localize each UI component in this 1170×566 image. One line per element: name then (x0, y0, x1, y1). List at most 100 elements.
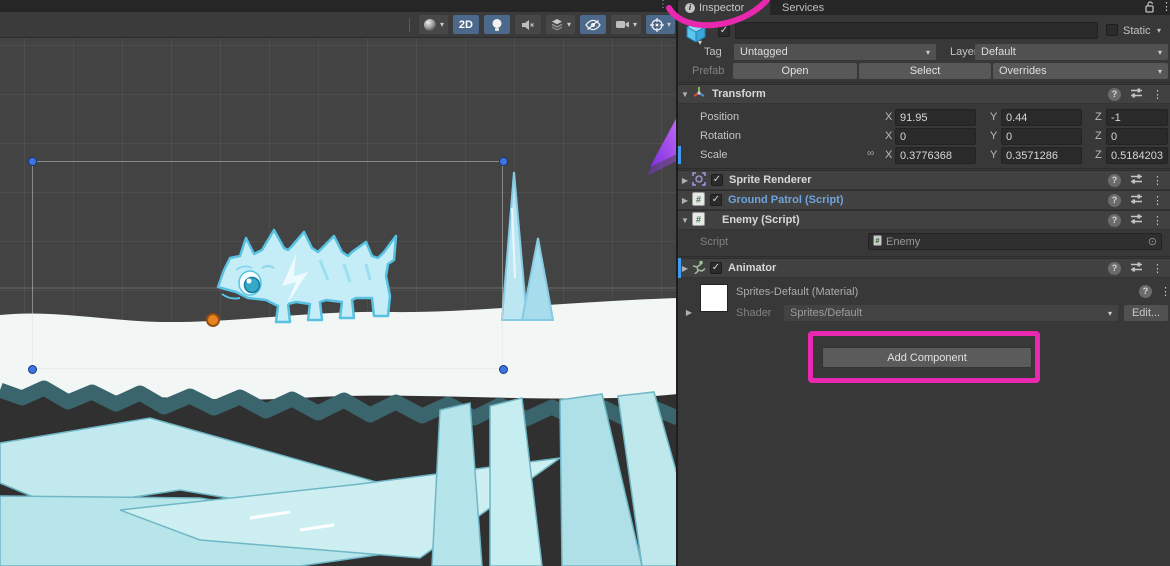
selection-handle-bottom-left[interactable] (28, 365, 37, 374)
axis-z-label: Z (1095, 111, 1102, 123)
effects-button[interactable]: ▾ (546, 15, 575, 34)
inspector-menu-icon[interactable]: ⋮ (1161, 0, 1170, 13)
layer-value: Default (981, 46, 1016, 58)
scale-y-field[interactable]: 0.3571286 (1001, 147, 1082, 164)
script-object-value: Enemy (886, 236, 920, 248)
presets-icon[interactable] (1130, 173, 1143, 188)
help-icon[interactable]: ? (1108, 194, 1121, 207)
axis-y-label: Y (990, 111, 997, 123)
layer-dropdown[interactable]: Default ▾ (975, 44, 1168, 60)
foldout-closed-icon[interactable]: ▶ (678, 196, 692, 205)
position-x-field[interactable]: 91.95 (895, 109, 976, 126)
material-edit-button[interactable]: Edit... (1124, 305, 1168, 321)
selection-handle-bottom-right[interactable] (499, 365, 508, 374)
draw-mode-button[interactable]: ▾ (419, 15, 448, 34)
tab-services[interactable]: Services (776, 0, 830, 15)
foldout-open-icon[interactable]: ▼ (678, 216, 692, 225)
lock-icon[interactable] (1144, 1, 1156, 16)
gizmos-button[interactable]: ▾ (646, 15, 675, 34)
chevron-down-icon: ▾ (1158, 67, 1162, 76)
component-menu-icon[interactable]: ⋮ (1152, 174, 1163, 187)
lighting-toggle-button[interactable] (484, 15, 510, 34)
axis-y-label: Y (990, 130, 997, 142)
static-flags-caret[interactable]: ▾ (1157, 26, 1161, 35)
gameobject-name-field[interactable] (735, 22, 1098, 39)
rotation-x-field[interactable]: 0 (895, 128, 976, 145)
prefab-override-bar-scale (678, 146, 681, 164)
component-menu-icon[interactable]: ⋮ (1152, 214, 1163, 227)
scale-x-field[interactable]: 0.3776368 (895, 147, 976, 164)
enemy-script-header[interactable]: ▼ # Enemy (Script) ? ⋮ (678, 210, 1170, 230)
tag-dropdown[interactable]: Untagged ▾ (734, 44, 936, 60)
chevron-down-icon: ▾ (1108, 309, 1112, 318)
camera-icon (615, 19, 630, 30)
material-preview-swatch[interactable] (700, 284, 728, 312)
sprite-renderer-enabled-checkbox[interactable]: ✓ (711, 174, 723, 186)
object-picker-icon[interactable]: ⊙ (1148, 235, 1157, 248)
effects-layers-icon (550, 18, 564, 31)
speaker-mute-icon (521, 19, 535, 31)
help-icon[interactable]: ? (1108, 262, 1121, 275)
material-foldout-icon[interactable]: ▶ (682, 308, 696, 317)
static-checkbox[interactable] (1106, 24, 1118, 36)
link-scale-icon[interactable]: ∞ (867, 148, 874, 159)
script-field-label: Script (700, 236, 728, 248)
scene-view: ⋮ ▾ 2D (0, 0, 678, 566)
csharp-script-icon: # (692, 212, 705, 229)
shader-value: Sprites/Default (790, 307, 862, 319)
selection-handle-top-right[interactable] (499, 157, 508, 166)
component-menu-icon[interactable]: ⋮ (1152, 262, 1163, 275)
animator-enabled-checkbox[interactable]: ✓ (710, 262, 722, 274)
help-icon[interactable]: ? (1108, 88, 1121, 101)
presets-icon[interactable] (1130, 193, 1143, 208)
section-divider (678, 256, 1170, 257)
material-menu-icon[interactable]: ⋮ (1160, 285, 1170, 298)
eye-slash-icon (585, 19, 601, 31)
presets-icon[interactable] (1130, 87, 1143, 102)
tab-inspector[interactable]: i Inspector (678, 0, 770, 15)
transform-header[interactable]: ▼ Transform ? ⋮ (678, 84, 1170, 104)
rotation-y-field[interactable]: 0 (1001, 128, 1082, 145)
animator-header[interactable]: ▶ ✓ Animator ? ⋮ (678, 258, 1170, 278)
prefab-select-button[interactable]: Select (859, 63, 991, 79)
animator-title: Animator (728, 262, 776, 274)
prefab-open-button[interactable]: Open (733, 63, 857, 79)
scene-pane-menu-icon[interactable]: ⋮ (658, 0, 668, 10)
2d-toggle-button[interactable]: 2D (453, 15, 479, 34)
help-icon[interactable]: ? (1139, 285, 1152, 298)
ground-patrol-enabled-checkbox[interactable]: ✓ (710, 194, 722, 206)
shader-dropdown[interactable]: Sprites/Default ▾ (784, 305, 1118, 321)
scene-camera-button[interactable]: ▾ (611, 15, 641, 34)
foldout-closed-icon[interactable]: ▶ (678, 176, 692, 185)
position-z-field[interactable]: -1 (1106, 109, 1168, 126)
scene-top-strip: ⋮ (0, 0, 678, 12)
gameobject-icon-caret[interactable]: ▾ (698, 38, 702, 47)
prefab-overrides-dropdown[interactable]: Overrides ▾ (993, 63, 1168, 79)
help-icon[interactable]: ? (1108, 214, 1121, 227)
foldout-open-icon[interactable]: ▼ (678, 90, 692, 99)
sprite-renderer-header[interactable]: ▶ ✓ Sprite Renderer ? ⋮ (678, 170, 1170, 190)
script-object-field[interactable]: # Enemy ⊙ (868, 233, 1162, 250)
axis-z-label: Z (1095, 130, 1102, 142)
ice-spike-props[interactable] (502, 172, 553, 320)
selection-handle-top-left[interactable] (28, 157, 37, 166)
chevron-down-icon: ▾ (1158, 48, 1162, 57)
component-menu-icon[interactable]: ⋮ (1152, 88, 1163, 101)
presets-icon[interactable] (1130, 213, 1143, 228)
scene-visibility-toggle-button[interactable] (580, 15, 606, 34)
rotation-z-field[interactable]: 0 (1106, 128, 1168, 145)
presets-icon[interactable] (1130, 261, 1143, 276)
pivot-handle[interactable] (206, 313, 220, 327)
sprite-renderer-title: Sprite Renderer (729, 174, 812, 186)
inspector-panel: i Inspector Services ⋮ ▾ ✓ Static ▾ Tag … (678, 0, 1170, 566)
help-icon[interactable]: ? (1108, 174, 1121, 187)
scale-z-field[interactable]: 0.5184203 (1106, 147, 1168, 164)
audio-toggle-button[interactable] (515, 15, 541, 34)
component-menu-icon[interactable]: ⋮ (1152, 194, 1163, 207)
prefab-override-bar-animator (678, 258, 681, 278)
add-component-button[interactable]: Add Component (822, 347, 1032, 368)
gameobject-active-checkbox[interactable]: ✓ (718, 25, 730, 37)
position-y-field[interactable]: 0.44 (1001, 109, 1082, 126)
ground-patrol-header[interactable]: ▶ # ✓ Ground Patrol (Script) ? ⋮ (678, 190, 1170, 210)
2d-label: 2D (459, 19, 473, 31)
